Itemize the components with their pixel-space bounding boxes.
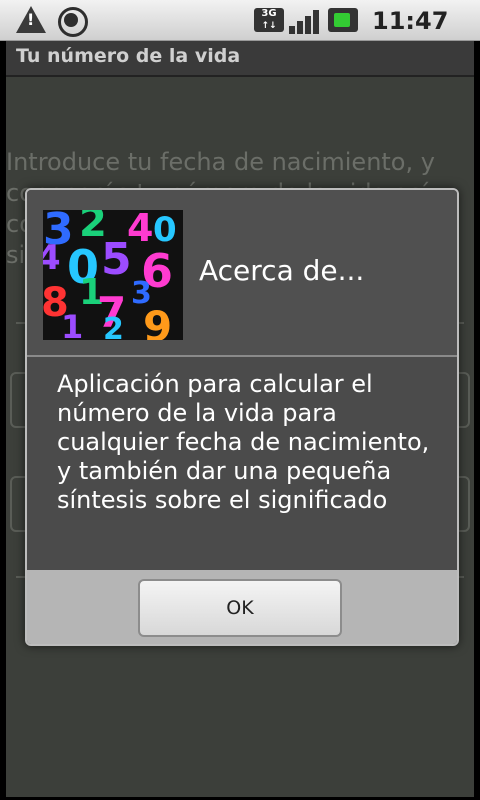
ok-button[interactable]: OK [138, 579, 342, 637]
dialog-header: 3 2 4 0 4 0 5 6 8 1 7 3 1 2 9 Acerca de.… [27, 190, 457, 355]
icon-digit: 4 [43, 238, 61, 278]
app-title: Tu número de la vida [16, 45, 241, 67]
icon-digit: 9 [143, 302, 173, 340]
numbers-app-icon: 3 2 4 0 4 0 5 6 8 1 7 3 1 2 9 [43, 210, 183, 340]
dialog-message: Aplicación para calcular el número de la… [57, 370, 430, 514]
icon-digit: 5 [101, 234, 132, 285]
icon-digit: 2 [103, 312, 124, 340]
icon-digit: 1 [61, 308, 84, 340]
app-title-bar: Tu número de la vida [6, 41, 474, 77]
warning-mark: ! [27, 10, 35, 29]
battery-level-icon [334, 13, 350, 27]
network-type-label: 3G [261, 8, 277, 19]
whatsapp-icon-inner [64, 13, 78, 27]
about-dialog: 3 2 4 0 4 0 5 6 8 1 7 3 1 2 9 Acerca de.… [25, 188, 459, 646]
status-bar: ! 3G ↑↓ 11:47 PM [0, 0, 480, 61]
clock-time: 11:47 [372, 7, 449, 35]
network-type-icon: 3G ↑↓ [254, 8, 284, 32]
signal-strength-icon [289, 10, 321, 34]
screen: ! 3G ↑↓ 11:47 PM Tu número de la vida In… [0, 0, 480, 800]
dialog-button-bar: OK [27, 570, 457, 644]
dialog-title: Acerca de... [199, 254, 365, 287]
dialog-divider [27, 355, 457, 357]
